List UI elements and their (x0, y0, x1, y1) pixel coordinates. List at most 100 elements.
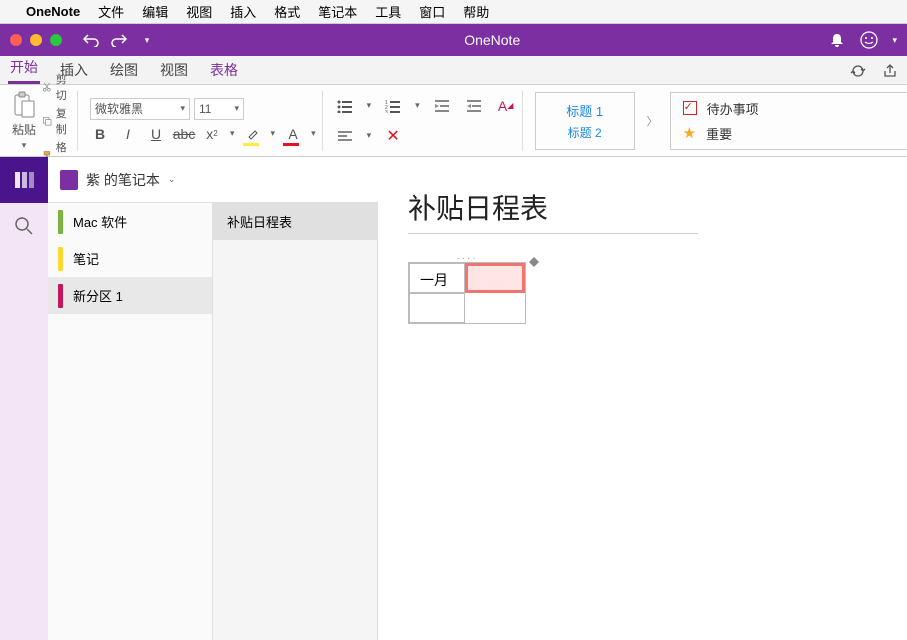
page-label: 补贴日程表 (227, 212, 292, 231)
window-controls (10, 34, 62, 46)
macos-menu-bar: OneNote 文件 编辑 视图 插入 格式 笔记本 工具 窗口 帮助 (0, 0, 907, 24)
column-resize-handle[interactable] (529, 257, 539, 267)
table-cell-0-0[interactable]: 一月 (409, 263, 465, 293)
account-icon[interactable] (860, 31, 878, 49)
cut-label: 剪切 (56, 71, 71, 103)
table-row: 一月 (409, 263, 525, 293)
strikethrough-button[interactable]: abc (174, 124, 194, 144)
copy-button[interactable]: 复制 (42, 105, 71, 137)
font-color-button[interactable]: A (283, 124, 303, 144)
notifications-icon[interactable] (828, 31, 846, 49)
menu-tools[interactable]: 工具 (375, 2, 401, 21)
section-label: 新分区 1 (73, 286, 123, 305)
tab-view[interactable]: 视图 (158, 56, 190, 84)
delete-button[interactable]: ✕ (383, 126, 403, 146)
section-item-0[interactable]: Mac 软件 (48, 203, 212, 240)
section-list: Mac 软件 笔记 新分区 1 (48, 203, 213, 640)
style-heading1[interactable]: 标题 1 (566, 101, 603, 120)
notebook-icon (60, 170, 78, 190)
window-maximize-button[interactable] (50, 34, 62, 46)
paste-label: 粘贴 (12, 121, 36, 138)
redo-button[interactable] (110, 31, 128, 49)
font-family-value: 微软雅黑 (95, 100, 143, 117)
window-title: OneNote (156, 32, 828, 48)
section-item-2[interactable]: 新分区 1 (48, 277, 212, 314)
subscript-button[interactable]: x2 (202, 124, 222, 144)
font-color-dropdown[interactable]: ▾ (311, 128, 316, 139)
tab-draw[interactable]: 绘图 (108, 56, 140, 84)
app-name[interactable]: OneNote (26, 4, 80, 19)
window-minimize-button[interactable] (30, 34, 42, 46)
bullet-dropdown[interactable]: ▾ (367, 100, 372, 111)
copy-label: 复制 (56, 105, 71, 137)
tag-todo[interactable]: 待办事项 (683, 99, 897, 118)
share-button[interactable] (881, 62, 899, 80)
styles-expand[interactable]: 〉 (647, 113, 658, 129)
page-item-0[interactable]: 补贴日程表 (213, 203, 377, 240)
content-table[interactable]: 一月 (408, 262, 526, 324)
window-close-button[interactable] (10, 34, 22, 46)
sync-button[interactable] (849, 62, 867, 80)
notebook-name: 紫 的笔记本 (86, 170, 160, 190)
underline-button[interactable]: U (146, 124, 166, 144)
notebooks-icon[interactable] (0, 157, 48, 203)
number-list-button[interactable]: 123 (383, 96, 403, 116)
section-item-1[interactable]: 笔记 (48, 240, 212, 277)
table-row (409, 293, 525, 323)
page-title[interactable]: 补贴日程表 (408, 187, 698, 234)
section-label: 笔记 (73, 249, 99, 268)
style-heading2[interactable]: 标题 2 (568, 124, 602, 141)
menu-format[interactable]: 格式 (274, 2, 300, 21)
table-cell-1-0[interactable] (409, 293, 465, 323)
paste-button[interactable]: 粘贴 ▾ (12, 91, 36, 151)
notebook-selector[interactable]: 紫 的笔记本 ⌄ (48, 157, 378, 203)
menu-notebook[interactable]: 笔记本 (318, 2, 357, 21)
highlight-dropdown[interactable]: ▾ (271, 128, 276, 139)
bullet-list-button[interactable] (335, 96, 355, 116)
ribbon-tabs: 开始 插入 绘图 视图 表格 (0, 56, 907, 85)
outdent-button[interactable] (432, 96, 452, 116)
tag-important[interactable]: ★ 重要 (683, 124, 897, 143)
account-dropdown[interactable]: ▾ (892, 35, 897, 46)
left-rail (0, 157, 48, 640)
tags-gallery[interactable]: 待办事项 ★ 重要 (670, 92, 907, 150)
checkbox-icon (683, 101, 697, 115)
tag-important-label: 重要 (706, 124, 732, 143)
table-cell-0-1[interactable] (465, 263, 525, 293)
menu-help[interactable]: 帮助 (463, 2, 489, 21)
search-icon[interactable] (0, 203, 48, 249)
section-color-icon (58, 247, 63, 271)
menu-edit[interactable]: 编辑 (142, 2, 168, 21)
page-canvas[interactable]: 补贴日程表 一月 (378, 157, 907, 640)
highlight-button[interactable] (243, 124, 263, 144)
tab-table[interactable]: 表格 (208, 56, 240, 84)
qat-dropdown[interactable]: ▾ (138, 31, 156, 49)
main-area: 紫 的笔记本 ⌄ Mac 软件 笔记 新分区 1 补贴 (0, 157, 907, 640)
title-bar: ▾ OneNote ▾ (0, 24, 907, 56)
italic-button[interactable]: I (118, 124, 138, 144)
section-label: Mac 软件 (73, 212, 127, 231)
section-color-icon (58, 210, 63, 234)
align-dropdown[interactable]: ▾ (367, 130, 372, 141)
menu-window[interactable]: 窗口 (419, 2, 445, 21)
undo-button[interactable] (82, 31, 100, 49)
font-size-select[interactable]: 11 ▾ (194, 98, 244, 120)
menu-view[interactable]: 视图 (186, 2, 212, 21)
bold-button[interactable]: B (90, 124, 110, 144)
align-button[interactable] (335, 126, 355, 146)
page-list: 补贴日程表 (213, 203, 378, 640)
tag-todo-label: 待办事项 (707, 99, 759, 118)
font-family-select[interactable]: 微软雅黑 ▾ (90, 98, 190, 120)
script-dropdown[interactable]: ▾ (230, 128, 235, 139)
star-icon: ★ (683, 124, 696, 142)
tab-home[interactable]: 开始 (8, 53, 40, 84)
font-size-value: 11 (199, 102, 211, 116)
number-dropdown[interactable]: ▾ (415, 100, 420, 111)
styles-gallery[interactable]: 标题 1 标题 2 (535, 92, 635, 150)
menu-file[interactable]: 文件 (98, 2, 124, 21)
paste-dropdown-icon[interactable]: ▾ (22, 140, 27, 151)
clear-format-button[interactable]: A◢ (496, 96, 516, 116)
indent-button[interactable] (464, 96, 484, 116)
menu-insert[interactable]: 插入 (230, 2, 256, 21)
cut-button[interactable]: 剪切 (42, 71, 71, 103)
